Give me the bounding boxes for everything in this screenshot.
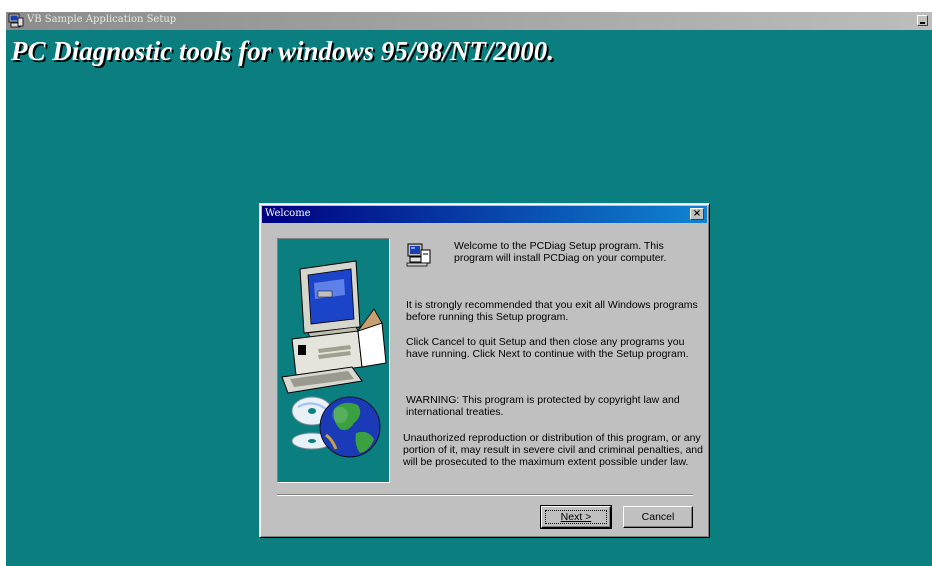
setup-titlebar[interactable]: VB Sample Application Setup [6,12,932,30]
cancel-button[interactable]: Cancel [623,506,693,528]
next-button[interactable]: Next > [540,505,612,529]
focus-ring [545,510,607,524]
banner-title: PC Diagnostic tools for windows 95/98/NT… [11,36,555,66]
dialog-titlebar[interactable]: Welcome × [262,206,707,223]
welcome-message: Welcome to the PCDiag Setup program. Thi… [454,240,667,264]
side-panel-illustration [277,238,390,483]
recommend-message: It is strongly recommended that you exit… [406,299,698,323]
welcome-dialog: Welcome × Welcome to the PCDiag Setup pr… [259,203,710,538]
cancel-button-label: Cancel [641,511,675,523]
separator [277,494,693,496]
setup-window-title: VB Sample Application Setup [27,14,177,25]
minimize-button[interactable] [917,15,928,26]
computer-globe-illustration [281,260,387,458]
close-icon: × [692,208,702,219]
close-button[interactable]: × [690,208,704,220]
setup-computer-icon [8,13,24,28]
cancel-info-message: Click Cancel to quit Setup and then clos… [406,336,689,360]
screen: VB Sample Application Setup PC Diagnosti… [0,0,932,566]
warning-message: WARNING: This program is protected by co… [406,394,680,418]
unauthorized-message: Unauthorized reproduction or distributio… [403,432,703,468]
dialog-title: Welcome [265,208,311,219]
setup-computer-icon [406,243,431,267]
